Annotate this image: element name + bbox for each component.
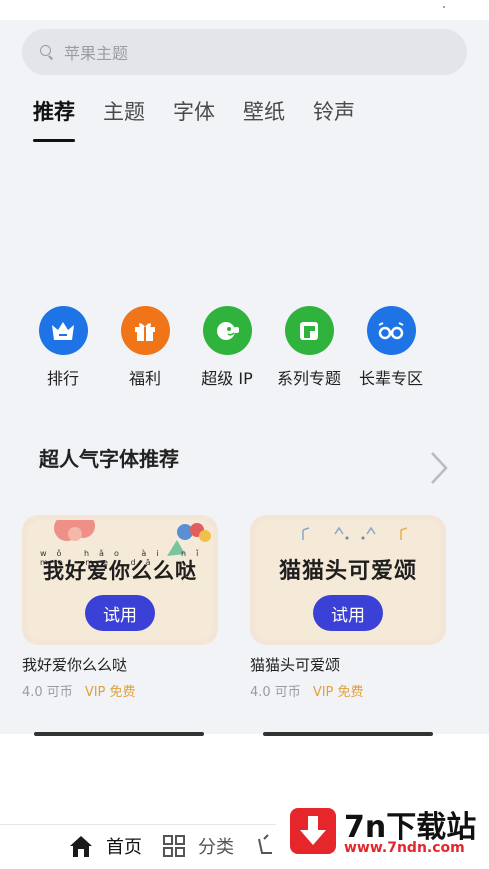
shortcut-elderly[interactable]: 长辈专区 (350, 306, 432, 389)
nav-label: 首页 (106, 837, 142, 858)
partial-nav-icon (258, 834, 272, 854)
shortcut-series[interactable]: 系列专题 (268, 306, 350, 389)
status-indicator (443, 6, 445, 8)
nav-label: 分类 (198, 837, 234, 858)
font-card-title: 猫猫头可爱颂 (250, 656, 341, 674)
home-icon (70, 836, 92, 857)
font-card-meta: 4.0 可币 VIP 免费 (22, 681, 218, 700)
search-placeholder: 苹果主题 (64, 44, 129, 63)
nav-home[interactable]: 首页 (68, 833, 142, 859)
shortcut-label: 福利 (128, 369, 161, 388)
section-title: 超人气字体推荐 (39, 447, 179, 471)
chevron-right-icon[interactable] (428, 451, 450, 485)
tab-wallpapers[interactable]: 壁纸 (243, 98, 285, 138)
shortcut-super-ip[interactable]: 超级 IP (186, 306, 268, 389)
cat-decoration-icon (302, 526, 408, 540)
vip-label: VIP 免费 (84, 685, 136, 700)
vip-label: VIP 免费 (312, 685, 364, 700)
price-label: 4.0 可币 (250, 685, 301, 700)
font-card-thumbnail: wǒ hǎo ài nǐ me me dā 我好爱你么么哒 试用 (22, 515, 218, 645)
try-button[interactable]: 试用 (85, 595, 155, 631)
watermark: 7n下载站 www.7ndn.com (276, 790, 489, 869)
font-card-meta: 4.0 可币 VIP 免费 (250, 681, 446, 700)
shortcut-ranking[interactable]: 排行 (22, 306, 104, 389)
grid-icon (163, 835, 185, 857)
font-card-title: 我好爱你么么哒 (22, 656, 128, 674)
series-icon (284, 306, 334, 355)
font-card-thumbnail: 猫猫头可爱颂 试用 (250, 515, 446, 645)
status-bar (0, 0, 489, 20)
shortcut-label: 排行 (46, 369, 79, 388)
nav-category[interactable]: 分类 (162, 833, 234, 859)
font-card[interactable]: wǒ hǎo ài nǐ me me dā 我好爱你么么哒 试用 我好爱你么么哒… (22, 515, 218, 700)
ip-character-icon (202, 306, 252, 355)
search-bar[interactable]: 苹果主题 (22, 29, 467, 75)
next-card-preview (263, 732, 433, 736)
tab-ringtones[interactable]: 铃声 (313, 98, 355, 138)
shortcut-label: 长辈专区 (358, 369, 423, 388)
nav-partial-item[interactable] (256, 833, 274, 855)
download-arrow-icon (290, 808, 336, 854)
font-preview-text: 我好爱你么么哒 (43, 559, 197, 583)
search-icon (40, 45, 54, 59)
font-preview-text: 猫猫头可爱颂 (278, 559, 417, 584)
shortcut-label: 系列专题 (276, 369, 341, 388)
try-button[interactable]: 试用 (313, 595, 383, 631)
tab-themes[interactable]: 主题 (103, 98, 145, 138)
shortcut-benefits[interactable]: 福利 (104, 306, 186, 389)
glasses-icon (366, 306, 416, 355)
next-card-preview (34, 732, 204, 736)
crown-icon (38, 306, 88, 355)
shortcut-row: 排行 福利 超级 IP 系列专题 长辈专区 (22, 306, 467, 389)
main-content: 苹果主题 推荐 主题 字体 壁纸 铃声 排行 福利 超级 IP 系列专题 长辈专… (0, 20, 489, 736)
shortcut-label: 超级 IP (201, 369, 253, 388)
price-label: 4.0 可币 (22, 685, 73, 700)
tab-fonts[interactable]: 字体 (173, 98, 215, 138)
tab-recommend[interactable]: 推荐 (33, 98, 75, 142)
tab-bar: 推荐 主题 字体 壁纸 铃声 (33, 98, 383, 142)
font-card[interactable]: 猫猫头可爱颂 试用 猫猫头可爱颂 4.0 可币 VIP 免费 (250, 515, 446, 700)
watermark-url: www.7ndn.com (344, 840, 465, 856)
gift-icon (120, 306, 170, 355)
